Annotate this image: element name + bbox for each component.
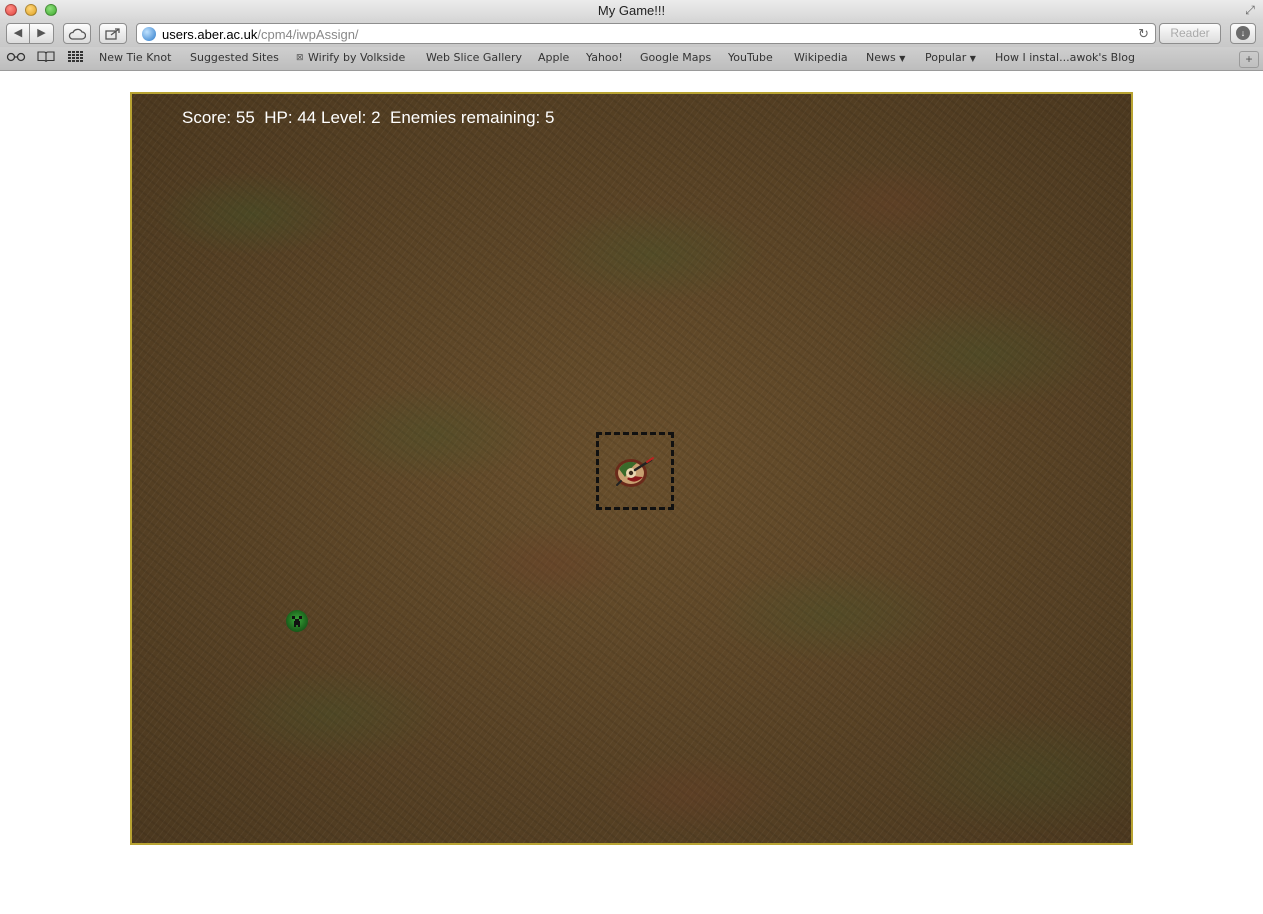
top-sites-grid-icon[interactable] (68, 51, 84, 66)
bookmarks-book-icon[interactable] (37, 51, 55, 66)
url-text[interactable]: users.aber.ac.uk/cpm4/iwpAssign/ (162, 27, 359, 42)
window-title: My Game!!! (597, 3, 666, 18)
download-icon: ↓ (1236, 26, 1250, 40)
share-button[interactable] (99, 23, 127, 44)
url-host: users.aber.ac.uk (162, 27, 258, 42)
bookmark-popular[interactable]: Popular ▼ (925, 51, 976, 64)
player-soldier-sprite (615, 457, 654, 487)
forward-button[interactable]: ▶ (30, 23, 54, 44)
bookmark-popular-label: Popular (925, 51, 967, 64)
chevron-down-icon: ▼ (899, 54, 906, 63)
bookmark-apple[interactable]: Apple (538, 51, 569, 64)
add-bookmark-icon[interactable]: + (1239, 51, 1259, 68)
enemies-label: Enemies remaining: (390, 108, 541, 127)
bookmark-news[interactable]: News ▼ (866, 51, 905, 64)
hp-label: HP: (264, 108, 293, 127)
enemy-creeper (286, 610, 308, 632)
bookmarks-bar: New Tie Knot Suggested Sites ⊠ Wirify by… (0, 47, 1263, 71)
score-value: 55 (235, 108, 255, 127)
back-button[interactable]: ◀ (6, 23, 30, 44)
share-icon (105, 28, 120, 40)
globe-icon (142, 27, 156, 41)
game-hud: Score: 55 HP: 44 Level: 2 Enemies remain… (182, 108, 554, 128)
address-bar[interactable]: users.aber.ac.uk/cpm4/iwpAssign/ ↻ (136, 23, 1156, 44)
enemy-face-icon (292, 616, 302, 627)
reader-button[interactable]: Reader (1159, 23, 1221, 44)
level-value: 2 (371, 108, 381, 127)
wirify-icon: ⊠ (296, 53, 304, 63)
game-canvas[interactable]: Score: 55 HP: 44 Level: 2 Enemies remain… (130, 92, 1133, 845)
bookmark-wikipedia[interactable]: Wikipedia (794, 51, 848, 64)
reading-list-icon[interactable] (6, 51, 26, 65)
bookmark-web-slice-gallery[interactable]: Web Slice Gallery (426, 51, 522, 64)
icloud-tabs-button[interactable] (63, 23, 91, 44)
bookmark-news-label: News (866, 51, 896, 64)
score-label: Score: (182, 108, 232, 127)
bookmark-suggested-sites[interactable]: Suggested Sites (190, 51, 279, 64)
cloud-icon (68, 28, 87, 40)
player-selection-box[interactable] (596, 432, 674, 510)
chevron-down-icon: ▼ (969, 54, 976, 63)
bookmark-how-i-install[interactable]: How I instal...awok's Blog (995, 51, 1135, 64)
level-label: Level: (320, 108, 367, 127)
reload-icon[interactable]: ↻ (1138, 26, 1149, 42)
fullscreen-icon[interactable]: ⤢ (1243, 3, 1257, 17)
bookmark-new-tie-knot[interactable]: New Tie Knot (99, 51, 171, 64)
bookmark-wirify[interactable]: Wirify by Volkside (308, 51, 405, 64)
hp-value: 44 (297, 108, 317, 127)
url-path: /cpm4/iwpAssign/ (257, 27, 359, 42)
bookmark-google-maps[interactable]: Google Maps (640, 51, 711, 64)
window-titlebar: My Game!!! ⤢ (0, 0, 1263, 21)
bookmark-youtube[interactable]: YouTube (728, 51, 773, 64)
enemies-remaining-value: 5 (545, 108, 555, 127)
bookmark-yahoo[interactable]: Yahoo! (586, 51, 623, 64)
browser-toolbar: ◀ ▶ users.aber.ac.uk/cpm4/iwpAssign/ ↻ R… (0, 21, 1263, 47)
downloads-button[interactable]: ↓ (1230, 23, 1256, 44)
